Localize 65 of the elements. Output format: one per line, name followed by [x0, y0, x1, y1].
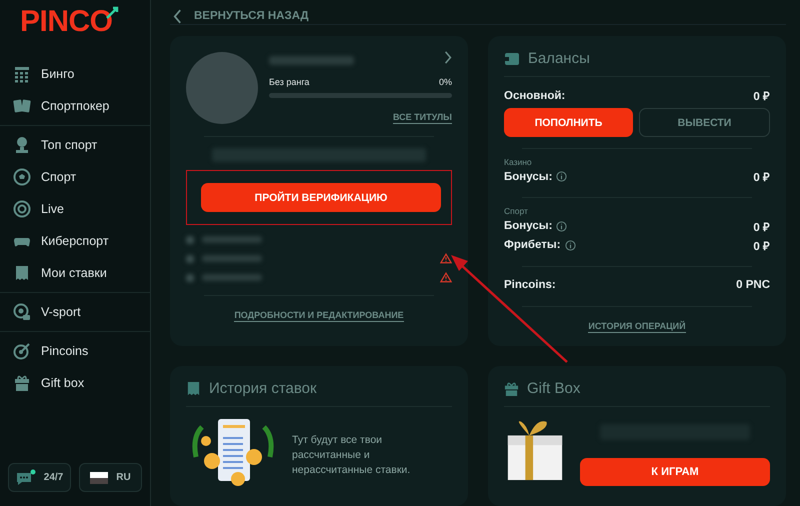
flag-icon: [90, 472, 108, 484]
soccer-ball-icon: [13, 168, 31, 186]
sidebar-item[interactable]: Топ спорт: [0, 129, 150, 161]
chevron-left-icon: [173, 8, 182, 24]
trophy-icon: [13, 136, 31, 154]
wallet-icon: [504, 52, 520, 66]
all-titles-link[interactable]: ВСЕ ТИТУЛЫ: [392, 112, 452, 124]
balance-label: Бонусы:: [504, 220, 552, 232]
info-icon[interactable]: [556, 220, 568, 232]
chevron-right-icon[interactable]: [444, 51, 452, 64]
card-title: Балансы: [528, 50, 590, 67]
ball-icon: [13, 303, 31, 321]
card-title: История ставок: [209, 380, 317, 397]
balance-label: Основной:: [504, 90, 566, 102]
back-link[interactable]: ВЕРНУТЬСЯ НАЗАД: [170, 0, 786, 25]
verify-button[interactable]: ПРОЙТИ ВЕРИФИКАЦИЮ: [201, 183, 441, 212]
sidebar-item[interactable]: Live: [0, 193, 150, 225]
blurred-icon: [186, 254, 194, 262]
blurred-text: [202, 255, 262, 262]
info-icon[interactable]: [556, 171, 568, 182]
sidebar-item[interactable]: Gift box: [0, 367, 150, 399]
support-chat-button[interactable]: 24/7: [8, 463, 71, 492]
language-button[interactable]: RU: [79, 463, 142, 492]
sidebar-item[interactable]: Мои ставки: [0, 257, 150, 289]
balance-value: 0 ₽: [753, 240, 770, 253]
sidebar-item[interactable]: Спортпокер: [0, 90, 150, 122]
blurred-icon: [186, 236, 194, 244]
gift-icon: [13, 374, 31, 392]
blurred-text: [202, 274, 262, 281]
dart-target-icon: [13, 342, 31, 360]
empty-state-text: Тут будут все твои рассчитанные и нерассчитанные ставки.: [292, 432, 412, 478]
to-games-button[interactable]: К ИГРАМ: [580, 458, 770, 486]
sidebar-item[interactable]: Спорт: [0, 161, 150, 193]
blurred-icon: [186, 274, 194, 282]
balance-label: Фрибеты:: [504, 239, 561, 252]
receipt-icon: [13, 264, 31, 282]
balance-value: 0 ₽: [753, 220, 770, 234]
blurred-text: [202, 236, 262, 243]
receipt-icon: [186, 381, 201, 396]
details-link[interactable]: ПОДРОБНОСТИ И РЕДАКТИРОВАНИЕ: [234, 310, 404, 322]
grid-icon: [13, 65, 31, 83]
history-link[interactable]: ИСТОРИЯ ОПЕРАЦИЙ: [588, 321, 686, 334]
warning-icon: [440, 272, 452, 283]
balance-label: Бонусы:: [504, 170, 552, 183]
section-label: Спорт: [504, 206, 529, 216]
logo[interactable]: PINCO: [20, 6, 113, 38]
target-icon: [13, 200, 31, 218]
balance-value: 0 ₽: [753, 90, 770, 104]
balance-value: 0 PNC: [736, 279, 770, 292]
balance-label: Pincoins:: [504, 279, 556, 292]
deposit-button[interactable]: ПОПОЛНИТЬ: [504, 108, 633, 138]
gift-icon: [504, 381, 519, 396]
sidebar-item[interactable]: V-sport: [0, 296, 150, 328]
sidebar-item[interactable]: Киберспорт: [0, 225, 150, 257]
warning-icon: [440, 253, 452, 264]
withdraw-button[interactable]: ВЫВЕСТИ: [639, 108, 770, 138]
balance-value: 0 ₽: [753, 171, 770, 184]
rank-percent: 0%: [438, 77, 452, 87]
cards-icon: [13, 97, 31, 115]
info-icon[interactable]: [564, 240, 576, 251]
section-label: Казино: [504, 157, 533, 168]
card-title: Gift Box: [527, 380, 580, 397]
sidebar-item[interactable]: Бинго: [0, 58, 150, 90]
sidebar-item[interactable]: Pincoins: [0, 335, 150, 367]
rank-label: Без ранга: [269, 77, 310, 87]
